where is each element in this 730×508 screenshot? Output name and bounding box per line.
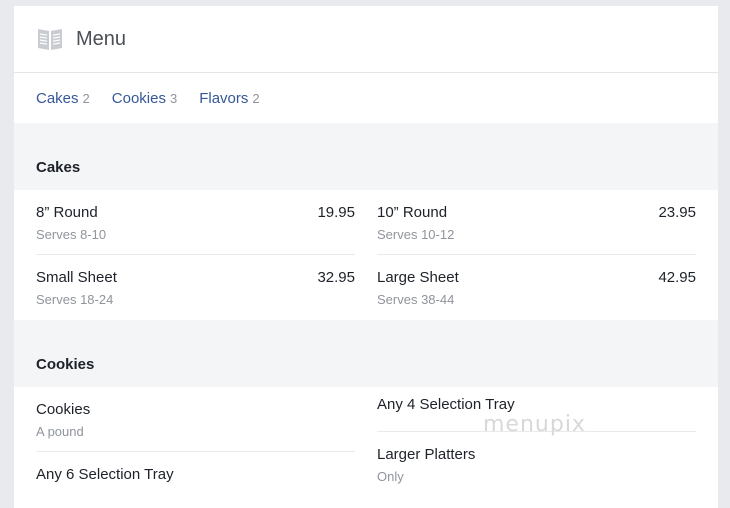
tab-flavors[interactable]: Flavors 2: [199, 90, 259, 107]
menu-book-icon: [38, 29, 62, 50]
tab-count: 2: [82, 90, 90, 106]
cakes-column-left: 8” Round 19.95 Serves 8-10 Small Sheet 3…: [36, 190, 355, 320]
item-name: Small Sheet: [36, 269, 117, 286]
menu-item[interactable]: Cookies A pound: [36, 387, 355, 452]
item-name: Larger Platters: [377, 446, 476, 463]
item-description: Only: [377, 469, 404, 484]
item-price: 19.95: [317, 204, 355, 221]
menu-item[interactable]: Small Sheet 32.95 Serves 18-24: [36, 255, 355, 320]
section-heading-cookies: Cookies: [14, 320, 718, 387]
menu-item[interactable]: Large Sheet 42.95 Serves 38-44: [377, 255, 696, 320]
menu-item[interactable]: 10” Round 23.95 Serves 10-12: [377, 190, 696, 255]
cakes-column-right: 10” Round 23.95 Serves 10-12 Large Sheet…: [377, 190, 696, 320]
tab-label: Cakes: [36, 89, 79, 107]
menupix-watermark: menupix: [483, 412, 586, 437]
item-name: Any 6 Selection Tray: [36, 466, 174, 483]
tab-cookies[interactable]: Cookies 3: [112, 90, 177, 107]
item-name: Any 4 Selection Tray: [377, 396, 515, 413]
item-description: Serves 10-12: [377, 227, 455, 242]
section-heading-cakes: Cakes: [14, 123, 718, 190]
item-price: 32.95: [317, 269, 355, 286]
item-name: Cookies: [36, 401, 91, 418]
tab-label: Cookies: [111, 89, 166, 107]
menu-card: Menu Cakes 2 Cookies 3 Flavors 2 Cakes 8” R…: [14, 6, 718, 508]
tab-count: 3: [169, 90, 178, 106]
cookies-column-right: Any 4 Selection Tray Larger Platters Onl…: [377, 387, 696, 508]
item-description: Serves 18-24: [36, 292, 114, 307]
menu-item[interactable]: 8” Round 19.95 Serves 8-10: [36, 190, 355, 255]
menu-item[interactable]: Any 6 Selection Tray: [36, 452, 355, 508]
item-description: A pound: [36, 424, 84, 439]
item-name: Large Sheet: [377, 269, 459, 286]
menu-header: Menu: [14, 6, 718, 73]
item-price: 23.95: [658, 204, 696, 221]
page-title: Menu: [76, 27, 127, 50]
tab-cakes[interactable]: Cakes 2: [36, 90, 90, 107]
item-description: Serves 38-44: [377, 292, 455, 307]
cookies-grid: Cookies A pound Any 6 Selection Tray Any…: [14, 387, 718, 508]
item-price: 42.95: [658, 269, 696, 286]
item-name: 10” Round: [377, 204, 448, 221]
category-tabs: Cakes 2 Cookies 3 Flavors 2: [14, 73, 718, 123]
cookies-column-left: Cookies A pound Any 6 Selection Tray: [36, 387, 355, 508]
item-description: Serves 8-10: [36, 227, 107, 242]
cakes-grid: 8” Round 19.95 Serves 8-10 Small Sheet 3…: [14, 190, 718, 320]
tab-label: Flavors: [199, 89, 249, 107]
menu-item[interactable]: Larger Platters Only: [377, 432, 696, 497]
tab-count: 2: [252, 90, 260, 106]
item-name: 8” Round: [36, 204, 98, 221]
